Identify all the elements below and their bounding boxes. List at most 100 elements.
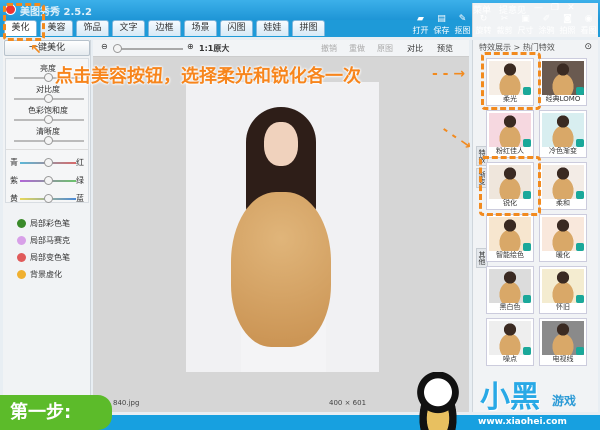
effect-thumb[interactable]: 智能绘色 — [486, 214, 534, 262]
zoom-slider[interactable] — [113, 44, 183, 53]
redo-button[interactable]: 重做 — [349, 43, 365, 54]
adjust-slider[interactable] — [14, 136, 84, 145]
color-slider[interactable] — [20, 176, 76, 185]
highlight-soft-light-box — [481, 52, 541, 110]
collapse-icon[interactable]: ⊙ — [584, 42, 592, 52]
color-slider[interactable] — [20, 194, 76, 203]
color-slider[interactable] — [20, 158, 76, 167]
logo-url: www.xiaohei.com — [478, 417, 567, 427]
effect-thumb[interactable]: 柔和 — [539, 162, 587, 210]
color-right-label: 红 — [76, 158, 84, 167]
effect-label: 电视线 — [552, 355, 574, 363]
slider-knob[interactable] — [44, 194, 53, 203]
download-icon[interactable] — [523, 139, 531, 147]
photo-canvas[interactable] — [186, 82, 379, 372]
effect-thumb[interactable]: 粉红佳人 — [486, 110, 534, 158]
tab-2[interactable]: 饰品 — [76, 20, 109, 36]
effect-thumb[interactable]: 电视线 — [539, 318, 587, 366]
toolbar-label: 拍照 — [559, 26, 576, 35]
effect-label: 黑白色 — [499, 303, 521, 311]
filename-label: 840.jpg — [113, 399, 140, 407]
slider-knob[interactable] — [44, 136, 53, 145]
one-click-beautify-button[interactable]: 一键美化 — [4, 40, 90, 56]
toolbar-icon: ▣ — [521, 14, 530, 24]
effect-label: 经典LOMO — [545, 95, 581, 103]
tab-6[interactable]: 闪图 — [220, 20, 253, 36]
logo-main: 小黑 — [480, 380, 540, 415]
toolbar-button-6[interactable]: ✐ 涂鸦 — [537, 14, 556, 36]
toolbar-icon: ✂ — [500, 14, 509, 24]
toolbar-label: 旋转 — [475, 26, 492, 35]
tool-icon — [17, 236, 26, 245]
tab-5[interactable]: 场景 — [184, 20, 217, 36]
divider — [6, 149, 88, 150]
panda-mascot — [412, 372, 464, 430]
toolbar-button-5[interactable]: ▣ 尺寸 — [516, 14, 535, 36]
download-icon[interactable] — [576, 87, 584, 95]
toolbar-button-7[interactable]: ◙ 拍照 — [558, 14, 577, 36]
actual-size-button[interactable]: 1:1原大 — [199, 43, 229, 54]
download-icon[interactable] — [523, 347, 531, 355]
compare-button[interactable]: 对比 — [407, 43, 423, 54]
main-tabs: 美化 美容 饰品 文字 边框 场景 闪图 娃娃 拼图 — [4, 20, 325, 36]
download-icon[interactable] — [523, 243, 531, 251]
slider-knob[interactable] — [44, 73, 53, 82]
undo-button[interactable]: 撤销 — [321, 43, 337, 54]
image-dimensions: 400 × 601 — [329, 399, 367, 407]
adjust-slider[interactable] — [14, 115, 84, 124]
tab-4[interactable]: 边框 — [148, 20, 181, 36]
toolbar-button-1[interactable]: ▤ 保存 — [432, 14, 451, 36]
effect-thumb[interactable]: 冷色渐变 — [539, 110, 587, 158]
toolbar-button-4[interactable]: ✂ 裁剪 — [495, 14, 514, 36]
toolbar-label: 裁剪 — [496, 26, 513, 35]
toolbar-button-8[interactable]: ◉ 看图 — [579, 14, 598, 36]
tool-label: 局部马赛克 — [30, 236, 70, 245]
download-icon[interactable] — [576, 139, 584, 147]
slider-knob[interactable] — [44, 115, 53, 124]
left-panel: 一键美化 亮度 对比度 色彩饱和度 清晰度青红紫绿黄蓝 局部彩色笔 局部马赛克 局部变色笔… — [3, 40, 91, 412]
local-tool-1[interactable]: 局部马赛克 — [17, 232, 70, 249]
toolbar-label: 尺寸 — [517, 26, 534, 35]
effect-thumb[interactable]: 经典LOMO — [539, 58, 587, 106]
effect-label: 怀旧 — [556, 303, 570, 311]
effect-thumb[interactable]: 怀旧 — [539, 266, 587, 314]
toolbar-icon: ↻ — [479, 14, 488, 24]
download-icon[interactable] — [576, 191, 584, 199]
toolbar-button-2[interactable]: ✎ 抠图 — [453, 14, 472, 36]
local-tool-2[interactable]: 局部变色笔 — [17, 249, 70, 266]
download-icon[interactable] — [576, 295, 584, 303]
preview-button[interactable]: 预览 — [437, 43, 453, 54]
arrow-to-soft-light-icon: - - → — [432, 66, 466, 82]
download-icon[interactable] — [576, 347, 584, 355]
effect-label: 智能绘色 — [496, 251, 524, 259]
effect-label: 暖化 — [556, 251, 570, 259]
zoom-out-icon[interactable]: ⊖ — [101, 42, 108, 51]
download-icon[interactable] — [576, 243, 584, 251]
slider-knob[interactable] — [44, 176, 53, 185]
slider-knob[interactable] — [44, 94, 53, 103]
local-tools: 局部彩色笔局部马赛克局部变色笔 背景虚化 — [17, 215, 70, 283]
toolbar-icon: ▰ — [417, 14, 424, 24]
highlight-tab-box — [3, 3, 45, 41]
effect-thumb[interactable]: 噪点 — [486, 318, 534, 366]
adjust-slider[interactable] — [14, 94, 84, 103]
tab-7[interactable]: 娃娃 — [256, 20, 289, 36]
zoom-in-icon[interactable]: ⊕ — [187, 42, 194, 51]
tab-8[interactable]: 拼图 — [292, 20, 325, 36]
toolbar-label: 抠图 — [454, 26, 471, 35]
toolbar-button-3[interactable]: ↻ 旋转 — [474, 14, 493, 36]
download-icon[interactable] — [523, 295, 531, 303]
effect-thumb[interactable]: 黑白色 — [486, 266, 534, 314]
color-left-label: 紫 — [10, 176, 18, 185]
local-tool-3[interactable]: 背景虚化 — [17, 266, 70, 283]
toolbar-label: 保存 — [433, 26, 450, 35]
slider-knob[interactable] — [44, 158, 53, 167]
toolbar-icon: ◙ — [563, 14, 572, 24]
effect-thumb[interactable]: 暖化 — [539, 214, 587, 262]
local-tool-0[interactable]: 局部彩色笔 — [17, 215, 70, 232]
effect-label: 冷色渐变 — [549, 147, 577, 155]
tab-3[interactable]: 文字 — [112, 20, 145, 36]
original-button[interactable]: 原图 — [377, 43, 393, 54]
toolbar-label: 看图 — [580, 26, 597, 35]
toolbar-button-0[interactable]: ▰ 打开 — [411, 14, 430, 36]
